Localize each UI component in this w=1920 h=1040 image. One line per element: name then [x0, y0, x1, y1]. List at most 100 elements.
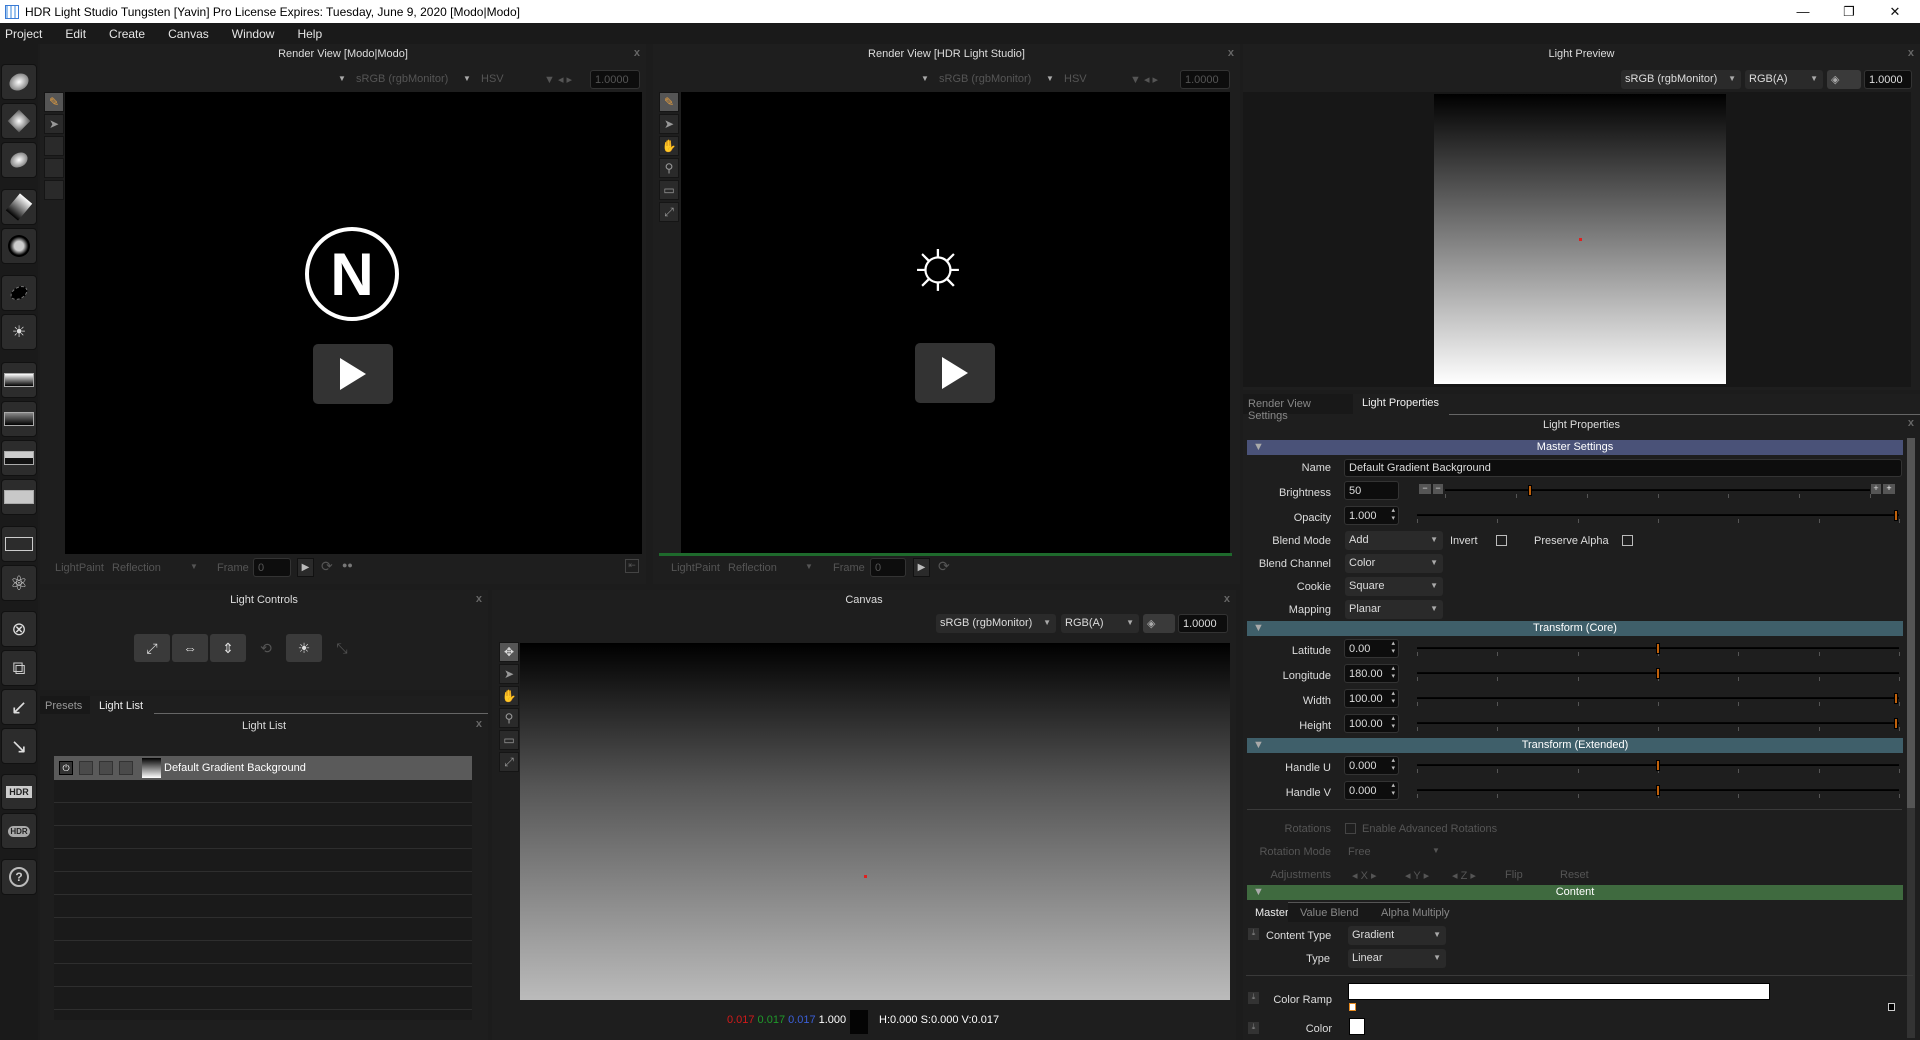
lightpaint-mode-select[interactable]: Reflection	[728, 562, 777, 574]
tab-render-view-settings[interactable]: Render View Settings	[1243, 394, 1353, 422]
collapse-triangle-icon[interactable]: ▼	[1253, 885, 1264, 900]
tab-presets[interactable]: Presets	[40, 696, 90, 714]
adjust-y-control[interactable]: ◂ Y ▸	[1405, 869, 1429, 882]
pan-tool[interactable]: ✋	[499, 686, 519, 706]
menu-canvas[interactable]: Canvas	[163, 27, 219, 41]
play-frames-button[interactable]: ▶	[913, 558, 930, 577]
brightness-control[interactable]: ☀	[286, 634, 322, 662]
select-tool[interactable]: ➤	[44, 114, 64, 134]
sky-background-button[interactable]	[1, 440, 37, 476]
add-cookie-light-button[interactable]	[1, 228, 37, 264]
slider-knob[interactable]	[1894, 718, 1898, 729]
longitude-slider[interactable]	[1417, 668, 1900, 681]
minimize-button[interactable]: —	[1780, 0, 1826, 23]
solo-toggle-icon[interactable]	[79, 761, 93, 775]
section-content[interactable]: ▼ Content	[1247, 885, 1903, 900]
menu-project[interactable]: Project	[0, 27, 52, 41]
scale-control[interactable]: ⤢	[134, 634, 170, 662]
color-swatch[interactable]	[1349, 1018, 1365, 1035]
select-tool[interactable]: ➤	[499, 664, 519, 684]
more-options-icon[interactable]: ●●	[342, 560, 353, 570]
channel-select[interactable]: RGB(A) ▼	[1061, 614, 1139, 633]
channel-select[interactable]: RGB(A) ▼	[1745, 70, 1823, 89]
opacity-field[interactable]: 1.000 ▴ ▾	[1344, 506, 1399, 525]
light-groups-button[interactable]	[1, 526, 37, 562]
menu-help[interactable]: Help	[292, 27, 332, 41]
move-tool[interactable]: ✥	[499, 642, 519, 662]
menu-create[interactable]: Create	[104, 27, 155, 41]
type-select[interactable]: Linear ▼	[1348, 949, 1446, 968]
section-transform-core[interactable]: ▼ Transform (Core)	[1247, 621, 1903, 636]
paint-tool[interactable]: ✎	[44, 92, 64, 112]
opacity-slider[interactable]	[1417, 510, 1900, 523]
brightness-decrease-large[interactable]: −	[1419, 484, 1431, 494]
close-panel-button[interactable]: x	[476, 593, 482, 605]
paint-tool[interactable]: ✎	[659, 92, 679, 112]
pan-tool[interactable]: ✋	[659, 136, 679, 156]
brightness-field[interactable]: 50	[1344, 481, 1399, 500]
add-shadow-button[interactable]	[1, 275, 37, 311]
enable-advanced-rotations-checkbox[interactable]	[1345, 823, 1356, 834]
handle-v-field[interactable]: 0.000 ▴ ▾	[1344, 781, 1399, 800]
collapse-triangle-icon[interactable]: ▼	[1253, 621, 1264, 636]
colorspace-select[interactable]: ▼ sRGB (rgbMonitor)	[338, 70, 470, 89]
content-type-select[interactable]: Gradient ▼	[1348, 926, 1446, 945]
slider-knob[interactable]	[1894, 510, 1898, 521]
close-panel-button[interactable]: x	[1908, 417, 1914, 429]
light-list-item[interactable]: ⏻ Default Gradient Background	[54, 756, 472, 780]
redo-button[interactable]: ↘	[1, 728, 37, 764]
ramp-stop-start[interactable]	[1349, 1003, 1356, 1011]
menu-window[interactable]: Window	[227, 27, 285, 41]
add-gradient-light-button[interactable]	[1, 189, 37, 225]
preserve-alpha-checkbox[interactable]	[1622, 535, 1633, 546]
close-panel-button[interactable]: x	[1908, 47, 1914, 59]
zoom-region-tool[interactable]: ▭	[499, 730, 519, 750]
frame-field[interactable]: 0	[253, 558, 291, 577]
select-toggle-icon[interactable]	[99, 761, 113, 775]
collapse-triangle-icon[interactable]: ▼	[1253, 440, 1264, 455]
ramp-stop-end[interactable]	[1888, 1003, 1895, 1011]
width-control[interactable]: ⇔	[172, 634, 208, 662]
color-keyframe-button[interactable]: ⤓	[1248, 1022, 1259, 1034]
lock-toggle-icon[interactable]	[119, 761, 133, 775]
spinner-icon[interactable]: ▴ ▾	[1391, 715, 1395, 731]
width-slider[interactable]	[1417, 693, 1900, 706]
select-tool[interactable]: ➤	[659, 114, 679, 134]
height-slider[interactable]	[1417, 718, 1900, 731]
zoom-tool[interactable]: ⚲	[499, 708, 519, 728]
exposure-aperture-button[interactable]: ◈	[1143, 614, 1175, 633]
close-panel-button[interactable]: x	[476, 718, 482, 730]
section-master-settings[interactable]: ▼ Master Settings	[1247, 440, 1903, 455]
light-preview-viewport[interactable]	[1243, 92, 1911, 387]
duplicate-light-button[interactable]: ⧉	[1, 650, 37, 686]
render-viewport-modo[interactable]: N	[65, 92, 642, 554]
color-ramp-keyframe-button[interactable]: ⤓	[1248, 992, 1259, 1004]
spinner-icon[interactable]: ▴ ▾	[1391, 507, 1395, 523]
blend-mode-select[interactable]: Add ▼	[1345, 531, 1443, 550]
colorspace-select[interactable]: sRGB (rgbMonitor) ▼	[936, 614, 1056, 633]
spinner-icon[interactable]: ▴ ▾	[1391, 782, 1395, 798]
height-field[interactable]: 100.00 ▴ ▾	[1344, 714, 1399, 733]
channel-select[interactable]: ▼ HSV	[1046, 70, 1138, 89]
power-toggle-icon[interactable]: ⏻	[59, 761, 73, 775]
color-ramp-bar[interactable]	[1348, 983, 1770, 1000]
exposure-field[interactable]: 1.0000	[1180, 70, 1230, 89]
content-tab-alpha-multiply[interactable]: Alpha Multiply	[1381, 907, 1449, 919]
add-spot-light-button[interactable]	[1, 142, 37, 178]
slider-knob[interactable]	[1656, 785, 1660, 796]
brightness-increase-small[interactable]: +	[1871, 484, 1881, 494]
add-sun-button[interactable]: ☀	[1, 314, 37, 350]
light-atom-button[interactable]: ⚛	[1, 565, 37, 601]
gradient-background-button[interactable]	[1, 362, 37, 398]
exposure-aperture-button[interactable]: ◈	[1827, 70, 1861, 89]
start-render-button[interactable]	[313, 344, 393, 404]
spinner-icon[interactable]: ▴ ▾	[1391, 757, 1395, 773]
handle-u-slider[interactable]	[1417, 760, 1900, 773]
spinner-icon[interactable]: ▴ ▾	[1391, 665, 1395, 681]
close-button[interactable]: ✕	[1872, 0, 1918, 23]
exposure-field[interactable]: 1.0000	[1178, 614, 1228, 633]
collapse-triangle-icon[interactable]: ▼	[1253, 738, 1264, 753]
close-panel-button[interactable]: x	[1228, 47, 1234, 59]
loop-icon[interactable]: ⟳	[321, 558, 333, 575]
canvas-viewport[interactable]	[520, 643, 1230, 1000]
